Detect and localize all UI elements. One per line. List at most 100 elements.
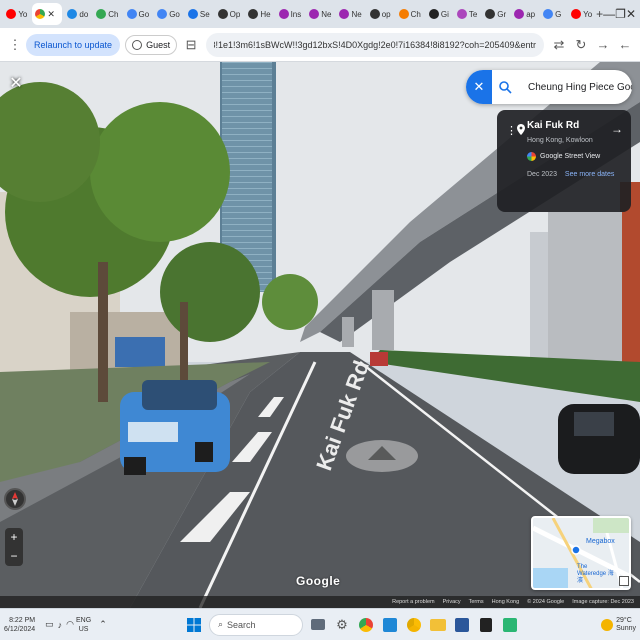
- map-footer: Image capture: Dec 2023 © 2024 Google Ho…: [0, 596, 640, 608]
- browser-tab[interactable]: Te: [454, 3, 480, 25]
- tab-favicon-icon: [157, 9, 168, 19]
- sidepanel-icon[interactable]: ⊟: [180, 34, 202, 56]
- search-icon[interactable]: [492, 70, 518, 104]
- search-icon: ⌕: [217, 619, 223, 629]
- see-more-dates-link[interactable]: See more dates: [565, 171, 614, 178]
- chevron-up-icon[interactable]: ⌃: [99, 619, 107, 630]
- compass-icon[interactable]: [4, 488, 26, 510]
- settings-app-icon[interactable]: ⚙: [331, 614, 353, 636]
- weather-widget[interactable]: 29°C Sunny: [601, 617, 636, 633]
- street-view-icon: [527, 152, 536, 161]
- tab-label: Go: [138, 9, 150, 19]
- guest-profile-button[interactable]: Guest: [125, 34, 178, 55]
- map-pin-icon[interactable]: [517, 124, 525, 137]
- zoom-in-button[interactable]: +: [5, 528, 23, 547]
- minimize-window-button[interactable]: —: [603, 0, 615, 28]
- tab-strip: ✕ ❐ — + Yo Gap Gr Te Gi Ch op Ne Ne Ins He Op Se Go Go…: [0, 0, 640, 28]
- reload-button[interactable]: ↻: [570, 34, 592, 56]
- volume-icon[interactable]: ♪: [58, 620, 63, 630]
- tab-list: Yo Gap Gr Te Gi Ch op Ne Ne Ins He Op Se Go Go Ch do ✕ Yo C…: [0, 3, 596, 25]
- browser-tab[interactable]: op: [367, 3, 394, 25]
- weather-icon: [601, 618, 614, 631]
- site-info-icon[interactable]: ⇄: [548, 34, 570, 56]
- relaunch-button[interactable]: Relaunch to update: [26, 33, 121, 56]
- tab-favicon-icon: [278, 9, 289, 19]
- tab-label: Se: [199, 9, 210, 19]
- browser-tab[interactable]: Op: [215, 3, 244, 25]
- notepad-app-icon[interactable]: [475, 614, 497, 636]
- browser-tab[interactable]: Go: [124, 3, 153, 25]
- maps-search-box[interactable]: Cheung Hing Piece Goods Co. ✕: [466, 70, 632, 104]
- zoom-control: + −: [5, 528, 23, 566]
- browser-tab[interactable]: Se: [185, 3, 213, 25]
- windows-logo-icon: [186, 617, 201, 632]
- location-info-card: → ⋮ Kai Fuk Rd Hong Kong, Kowloon Google…: [497, 110, 631, 212]
- browser-tab[interactable]: Yo: [568, 3, 595, 25]
- chrome-app-icon[interactable]: [355, 614, 377, 636]
- mini-map[interactable]: Megabox The Wateredge 海濱: [531, 516, 631, 590]
- tab-favicon-icon: [369, 9, 380, 19]
- browser-tab[interactable]: ap: [511, 3, 538, 25]
- tab-favicon-icon: [126, 9, 137, 19]
- search-query-text: Cheung Hing Piece Goods Co.: [528, 81, 632, 93]
- notion-app-icon[interactable]: [499, 614, 521, 636]
- browser-tab[interactable]: Gi: [426, 3, 452, 25]
- footer-report-link[interactable]: Report a problem: [392, 599, 435, 605]
- maximize-window-button[interactable]: ❐: [615, 0, 626, 28]
- tab-favicon-icon: [543, 9, 554, 19]
- browser-tab[interactable]: Ins: [276, 3, 305, 25]
- expand-map-icon[interactable]: [619, 576, 629, 586]
- tab-favicon-icon: [571, 9, 582, 19]
- chrome-canary-icon[interactable]: [403, 614, 425, 636]
- address-bar[interactable]: google.com/maps/@22.3201783,114.2061713,…: [206, 32, 544, 57]
- weather-temp: 29°C: [616, 616, 632, 624]
- browser-tab[interactable]: Ch: [396, 3, 424, 25]
- word-app-icon[interactable]: [451, 614, 473, 636]
- tab-favicon-icon: [6, 9, 17, 19]
- browser-tab[interactable]: Gr: [482, 3, 509, 25]
- clock[interactable]: 8:22 PM 6/12/2024: [4, 616, 35, 634]
- tab-favicon-icon: [248, 9, 259, 19]
- zoom-out-button[interactable]: −: [5, 547, 23, 566]
- tab-label: Go: [169, 9, 180, 19]
- back-arrow-icon[interactable]: →: [611, 122, 623, 136]
- close-window-button[interactable]: ✕: [626, 0, 636, 28]
- file-explorer-icon[interactable]: [427, 614, 449, 636]
- close-street-view-button[interactable]: ✕: [8, 76, 24, 92]
- menu-dots-icon[interactable]: ⋮: [4, 34, 26, 56]
- forward-button[interactable]: →: [592, 34, 614, 56]
- vscode-app-icon[interactable]: [379, 614, 401, 636]
- footer-privacy-link[interactable]: Privacy: [443, 599, 461, 605]
- browser-tab[interactable]: do: [64, 3, 91, 25]
- street-view-panorama[interactable]: Kai Fuk Rd ✕ Cheung Hing Piece Goods Co.…: [0, 62, 640, 608]
- back-button[interactable]: ←: [614, 34, 636, 56]
- browser-tab[interactable]: Ch: [93, 3, 121, 25]
- browser-tab[interactable]: Co: [0, 3, 1, 25]
- active-tab[interactable]: ✕: [32, 3, 63, 25]
- browser-tab[interactable]: Yo: [3, 3, 30, 25]
- browser-tab[interactable]: Ne: [306, 3, 334, 25]
- start-button[interactable]: [183, 614, 205, 636]
- tab-favicon-icon: [514, 9, 525, 19]
- browser-tab[interactable]: He: [245, 3, 273, 25]
- browser-tab[interactable]: Go: [154, 3, 183, 25]
- minimap-label-megabox: Megabox: [586, 538, 615, 545]
- new-tab-button[interactable]: +: [596, 3, 603, 25]
- footer-copyright: © 2024 Google: [527, 599, 565, 605]
- url-text: google.com/maps/@22.3201783,114.2061713,…: [214, 39, 536, 50]
- lang-line1: ENG: [76, 616, 92, 624]
- clear-search-icon[interactable]: ✕: [466, 70, 492, 104]
- taskbar-search[interactable]: ⌕ Search: [208, 613, 303, 636]
- tab-favicon-icon: [187, 9, 198, 19]
- language-indicator[interactable]: ENG US: [76, 616, 91, 634]
- browser-tab[interactable]: Ne: [336, 3, 364, 25]
- footer-terms-link[interactable]: Terms: [469, 599, 484, 605]
- battery-icon[interactable]: ▭: [45, 619, 54, 630]
- camera-app-icon[interactable]: [307, 614, 329, 636]
- tab-label: Ne: [351, 9, 362, 19]
- browser-tab[interactable]: G: [540, 3, 566, 25]
- more-options-icon[interactable]: ⋮: [506, 124, 517, 137]
- lang-line2: US: [78, 625, 89, 633]
- wifi-icon[interactable]: ◠: [66, 619, 74, 630]
- tab-close-icon[interactable]: ✕: [47, 9, 55, 20]
